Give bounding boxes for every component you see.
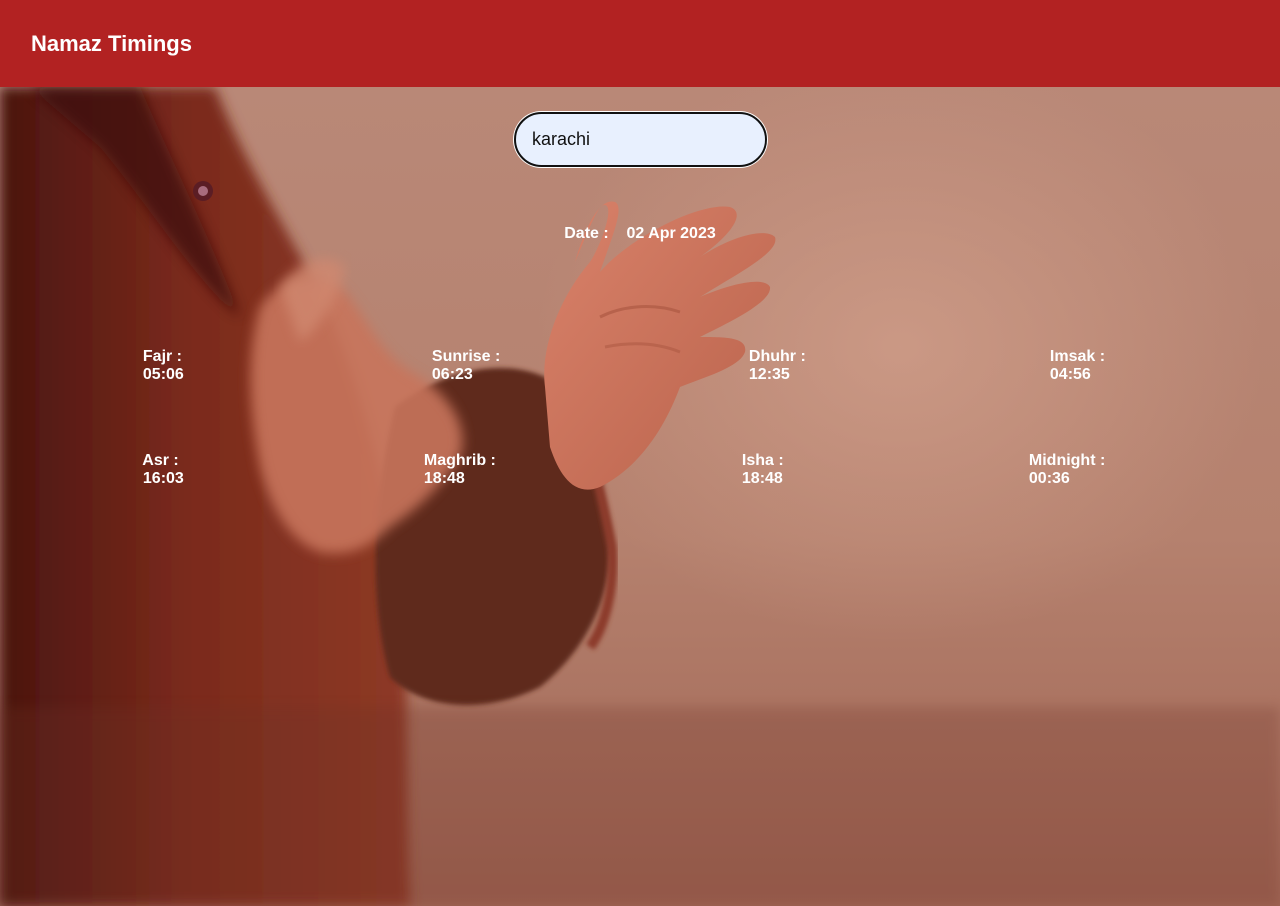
timing-label: Maghrib : [423,452,496,469]
timing-asr: Asr : 16:03 [134,434,184,488]
timing-value: 12:35 [748,366,790,383]
timing-label: Dhuhr : [748,348,806,365]
timing-maghrib: Maghrib : 18:48 [415,434,500,488]
timing-value: 04:56 [1049,366,1091,383]
timing-label: Asr : [142,452,179,469]
timing-dhuhr: Dhuhr : 12:35 [740,330,810,384]
timing-imsak: Imsak : 04:56 [1041,330,1109,384]
timing-label: Imsak : [1049,348,1106,365]
timing-label: Midnight : [1028,452,1106,469]
date-display: Date : 02 Apr 2023 [0,225,1280,243]
search-field-container [513,111,768,168]
timing-value: 18:48 [423,470,465,487]
timing-midnight: Midnight : 00:36 [1020,434,1110,488]
timing-value: 05:06 [142,366,184,383]
timing-label: Fajr : [142,348,183,365]
date-label: Date : [564,225,609,242]
background-image [0,87,1280,906]
timing-isha: Isha : 18:48 [733,434,788,488]
timing-value: 06:23 [431,366,473,383]
background-photo-illustration [0,87,1280,906]
timing-value: 18:48 [741,470,783,487]
timing-label: Isha : [741,452,784,469]
timing-sunrise: Sunrise : 06:23 [423,330,509,384]
city-search-input[interactable] [514,112,767,167]
timing-label: Sunrise : [431,348,501,365]
date-value: 02 Apr 2023 [626,225,716,242]
app-header: Namaz Timings [0,0,1280,87]
timing-value: 16:03 [142,470,184,487]
timing-value: 00:36 [1028,470,1070,487]
app-title: Namaz Timings [31,30,192,56]
timing-fajr: Fajr : 05:06 [134,330,191,384]
